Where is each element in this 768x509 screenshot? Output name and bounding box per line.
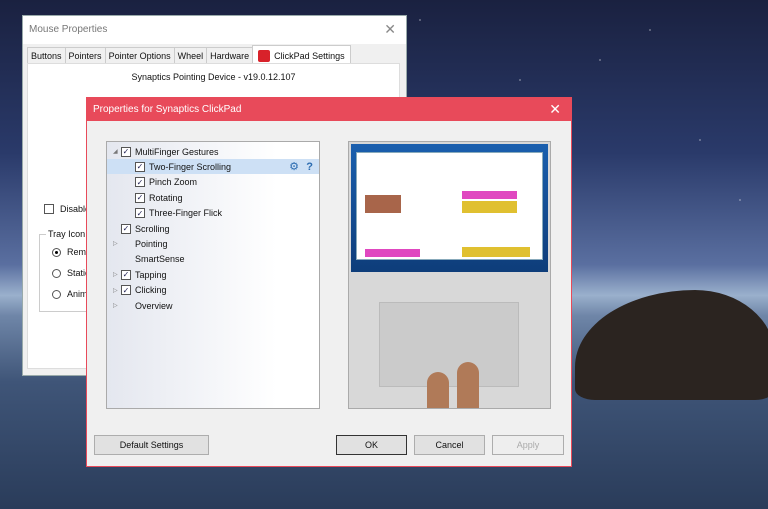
close-icon[interactable]: ✕ [384,21,396,38]
preview-screen [351,144,548,272]
highlight [462,201,517,213]
tree-item[interactable]: ◢ ✓ MultiFinger Gestures [107,144,219,159]
checkbox-icon[interactable]: ✓ [121,269,131,280]
window-title: Mouse Properties [29,24,108,35]
tree-item[interactable]: ▷ ✓ Tapping [107,267,167,282]
finger [427,372,449,408]
dialog-title: Properties for Synaptics ClickPad [93,104,242,115]
synaptics-logo-icon [258,50,271,62]
checkbox-icon[interactable]: ✓ [121,223,131,234]
title-bar: Mouse Properties ✕ [23,16,406,44]
version-text: Synaptics Pointing Device - v19.0.12.107 [131,72,296,82]
tree-item[interactable]: ✓ Pinch Zoom [107,175,197,190]
checkbox-icon[interactable]: ✓ [135,192,145,203]
expanded-arrow-icon[interactable]: ◢ [113,148,118,155]
collapsed-arrow-icon[interactable]: ▷ [113,302,118,309]
highlight [365,195,401,213]
radio-icon [52,247,61,257]
tree-item-label: MultiFinger Gestures [135,146,219,157]
tree-item-label: Clicking [135,285,167,296]
tree-item-label: Scrolling [135,223,170,234]
checkbox-icon[interactable]: ✓ [121,285,131,296]
tree-item-label: Rotating [149,192,183,203]
tree-item-label: Pointing [135,238,168,249]
tree-item[interactable]: SmartSense [107,252,185,267]
collapsed-arrow-icon[interactable]: ▷ [113,287,118,294]
apply-button[interactable]: Apply [492,435,564,455]
disable-checkbox[interactable]: Disable [44,204,90,214]
tree-item[interactable]: ✓ Two-Finger Scrolling ⚙? [107,159,319,175]
touchpad-illustration [379,302,519,387]
highlight [365,249,420,257]
checkbox-icon[interactable]: ✓ [121,146,131,157]
ok-button[interactable]: OK [336,435,407,455]
settings-gear-icon[interactable]: ⚙ [289,160,299,173]
tree-item-label: Pinch Zoom [149,177,198,188]
tree-item[interactable]: ▷ Pointing [107,236,168,251]
tree-item-label: SmartSense [135,254,185,265]
tree-item[interactable]: ✓ Scrolling [107,221,170,236]
checkbox-icon [44,204,54,214]
preview-window [356,152,543,260]
clickpad-properties-dialog: Properties for Synaptics ClickPad ✕ ◢ ✓ Mul… [86,97,572,467]
default-settings-button[interactable]: Default Settings [94,435,209,455]
help-icon[interactable]: ? [306,161,313,173]
tree-item[interactable]: ▷ Overview [107,298,173,313]
radio-icon [52,289,61,299]
title-bar: Properties for Synaptics ClickPad ✕ [87,98,571,121]
checkbox-icon[interactable]: ✓ [135,161,145,172]
radio-icon [52,268,61,278]
tree-item[interactable]: ▷ ✓ Clicking [107,283,167,298]
collapsed-arrow-icon[interactable]: ▷ [113,240,118,247]
tree-item[interactable]: ✓ Rotating [107,190,183,205]
cancel-button[interactable]: Cancel [414,435,485,455]
checkbox-icon[interactable]: ✓ [135,177,145,188]
finger [457,362,479,408]
tree-item-label: Tapping [135,269,167,280]
tree-item-label: Overview [135,300,173,311]
highlight [462,191,517,199]
highlight [462,247,530,257]
gesture-preview [348,141,551,409]
group-label: Tray Icon [46,229,88,239]
tab-label: ClickPad Settings [274,51,345,61]
tree-item-label: Three-Finger Flick [149,208,223,219]
tree-item[interactable]: ✓ Three-Finger Flick [107,206,222,221]
tree-item-label: Two-Finger Scrolling [149,161,232,172]
collapsed-arrow-icon[interactable]: ▷ [113,271,118,278]
checkbox-icon[interactable]: ✓ [135,208,145,219]
close-icon[interactable]: ✕ [549,101,561,118]
settings-tree[interactable]: ◢ ✓ MultiFinger Gestures ✓ Two-Finger Scroll… [106,141,320,409]
radio-static[interactable]: Static [52,268,90,278]
